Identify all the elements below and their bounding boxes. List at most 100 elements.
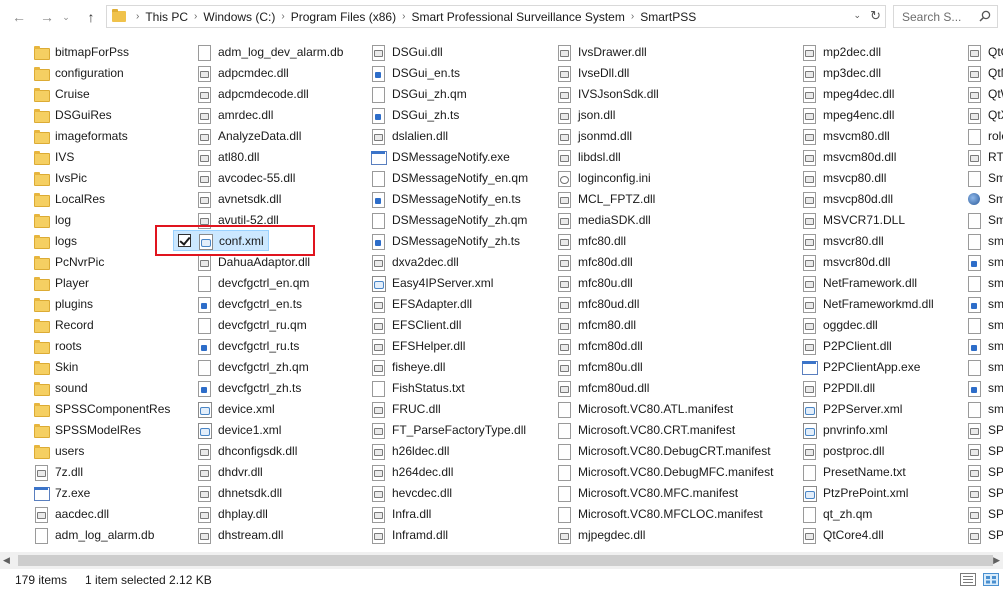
horizontal-scrollbar[interactable]: ◀ ▶ [0, 552, 1003, 569]
file-item[interactable]: Sma [966, 188, 1003, 209]
search-box[interactable] [893, 5, 998, 28]
file-item[interactable]: devcfgctrl_en.qm [196, 272, 309, 293]
file-item[interactable]: DSGui_en.ts [370, 62, 460, 83]
file-item[interactable]: devcfgctrl_zh.qm [196, 356, 309, 377]
file-item[interactable]: postproc.dll [801, 440, 884, 461]
file-item[interactable]: FishStatus.txt [370, 377, 465, 398]
file-item[interactable]: mp2dec.dll [801, 41, 881, 62]
file-item[interactable]: mfcm80u.dll [556, 356, 643, 377]
refresh-icon[interactable]: ↻ [870, 8, 881, 24]
details-view-icon[interactable] [960, 573, 976, 586]
file-item[interactable]: Infra.dll [370, 503, 431, 524]
file-item[interactable]: mfc80u.dll [556, 272, 633, 293]
file-item[interactable]: mpeg4enc.dll [801, 104, 894, 125]
file-item[interactable]: json.dll [556, 104, 615, 125]
file-item[interactable]: DSGui_zh.ts [370, 104, 459, 125]
file-item[interactable]: qt_zh.qm [801, 503, 872, 524]
file-item[interactable]: AnalyzeData.dll [196, 125, 301, 146]
file-item[interactable]: devcfgctrl_ru.qm [196, 314, 307, 335]
file-item[interactable]: QtG [966, 41, 1003, 62]
file-item[interactable]: P2PDll.dll [801, 377, 875, 398]
file-item[interactable]: avutil-52.dll [196, 209, 279, 230]
file-item[interactable]: SPS [966, 524, 1003, 545]
address-bar[interactable]: › This PC › Windows (C:) › Program Files… [106, 5, 886, 28]
file-item[interactable]: SPS [966, 419, 1003, 440]
folder-item[interactable]: SPSSModelRes [33, 419, 141, 440]
file-item[interactable]: h26ldec.dll [370, 440, 449, 461]
folder-item[interactable]: log [33, 209, 71, 230]
file-item[interactable]: DSGui.dll [370, 41, 443, 62]
breadcrumb-smart-professional-surveillance-system[interactable]: Smart Professional Surveillance System [411, 10, 624, 24]
folder-item[interactable]: DSGuiRes [33, 104, 112, 125]
forward-arrow-icon[interactable]: → [38, 8, 56, 26]
search-input[interactable] [902, 9, 974, 24]
file-item[interactable]: sma [966, 356, 1003, 377]
file-item[interactable]: devcfgctrl_zh.ts [196, 377, 301, 398]
file-item[interactable]: sma [966, 314, 1003, 335]
file-item[interactable]: EFSHelper.dll [370, 335, 465, 356]
file-item[interactable]: Sma [966, 209, 1003, 230]
recent-locations-chevron-icon[interactable]: ⌄ [60, 8, 72, 26]
folder-item[interactable]: logs [33, 230, 77, 251]
file-item[interactable]: devcfgctrl_en.ts [196, 293, 302, 314]
file-item[interactable]: PresetName.txt [801, 461, 906, 482]
file-item[interactable]: Microsoft.VC80.MFC.manifest [556, 482, 738, 503]
scroll-left-arrow-icon[interactable]: ◀ [3, 555, 10, 566]
file-item[interactable]: DSMessageNotify_zh.ts [370, 230, 520, 251]
large-icons-view-icon[interactable] [983, 573, 999, 586]
file-item[interactable]: Microsoft.VC80.ATL.manifest [556, 398, 733, 419]
file-item[interactable]: sma [966, 251, 1003, 272]
file-item[interactable]: sma [966, 398, 1003, 419]
file-item[interactable]: dhdvr.dll [196, 461, 263, 482]
file-item[interactable]: mfcm80.dll [556, 314, 636, 335]
file-item[interactable]: DSMessageNotify_en.ts [370, 188, 521, 209]
scrollbar-thumb[interactable] [18, 555, 993, 566]
file-item[interactable]: SPS [966, 440, 1003, 461]
folder-item[interactable]: imageformats [33, 125, 128, 146]
file-item[interactable]: SPS [966, 503, 1003, 524]
file-item[interactable]: mfc80ud.dll [556, 293, 639, 314]
file-item[interactable]: NetFramework.dll [801, 272, 917, 293]
file-item[interactable]: atl80.dll [196, 146, 259, 167]
file-item[interactable]: P2PClientApp.exe [801, 356, 920, 377]
file-item[interactable]: jsonmd.dll [556, 125, 632, 146]
file-item[interactable]: mfc80d.dll [556, 251, 633, 272]
breadcrumb-windows-c[interactable]: Windows (C:) [203, 10, 275, 24]
file-item[interactable]: EFSAdapter.dll [370, 293, 472, 314]
breadcrumb-this-pc[interactable]: This PC [145, 10, 188, 24]
file-item[interactable]: sma [966, 230, 1003, 251]
file-item[interactable]: DSMessageNotify.exe [370, 146, 510, 167]
file-item[interactable]: sma [966, 272, 1003, 293]
file-item[interactable]: msvcp80d.dll [801, 188, 893, 209]
search-icon[interactable] [979, 10, 991, 22]
file-item[interactable]: dhconfigsdk.dll [196, 440, 297, 461]
file-item[interactable]: SPS [966, 461, 1003, 482]
file-item[interactable]: DSGui_zh.qm [370, 83, 467, 104]
address-dropdown-chevron-icon[interactable]: ⌄ [853, 10, 861, 21]
chevron-right-icon[interactable]: › [631, 11, 634, 22]
file-item[interactable]: Inframd.dll [370, 524, 448, 545]
file-item[interactable]: aacdec.dll [33, 503, 109, 524]
file-item[interactable]: EFSClient.dll [370, 314, 461, 335]
file-item[interactable]: device1.xml [196, 419, 281, 440]
file-item[interactable]: IVSJsonSdk.dll [556, 83, 659, 104]
folder-item[interactable]: Player [33, 272, 89, 293]
file-item[interactable]: sma [966, 335, 1003, 356]
folder-item[interactable]: roots [33, 335, 82, 356]
file-item[interactable]: dhstream.dll [196, 524, 283, 545]
chevron-right-icon[interactable]: › [136, 11, 139, 22]
file-item[interactable]: adm_log_dev_alarm.db [196, 41, 343, 62]
folder-item[interactable]: PcNvrPic [33, 251, 104, 272]
scroll-right-arrow-icon[interactable]: ▶ [993, 555, 1000, 566]
file-item[interactable]: DSMessageNotify_zh.qm [370, 209, 527, 230]
file-item[interactable]: loginconfig.ini [556, 167, 651, 188]
file-item[interactable]: libdsl.dll [556, 146, 621, 167]
file-item[interactable]: dslalien.dll [370, 125, 448, 146]
folder-item[interactable]: LocalRes [33, 188, 105, 209]
file-item[interactable]: FT_ParseFactoryType.dll [370, 419, 526, 440]
file-item[interactable]: mfcm80d.dll [556, 335, 643, 356]
file-item[interactable]: h264dec.dll [370, 461, 453, 482]
chevron-right-icon[interactable]: › [281, 11, 284, 22]
file-item[interactable]: Microsoft.VC80.CRT.manifest [556, 419, 735, 440]
file-item[interactable]: mfc80.dll [556, 230, 626, 251]
